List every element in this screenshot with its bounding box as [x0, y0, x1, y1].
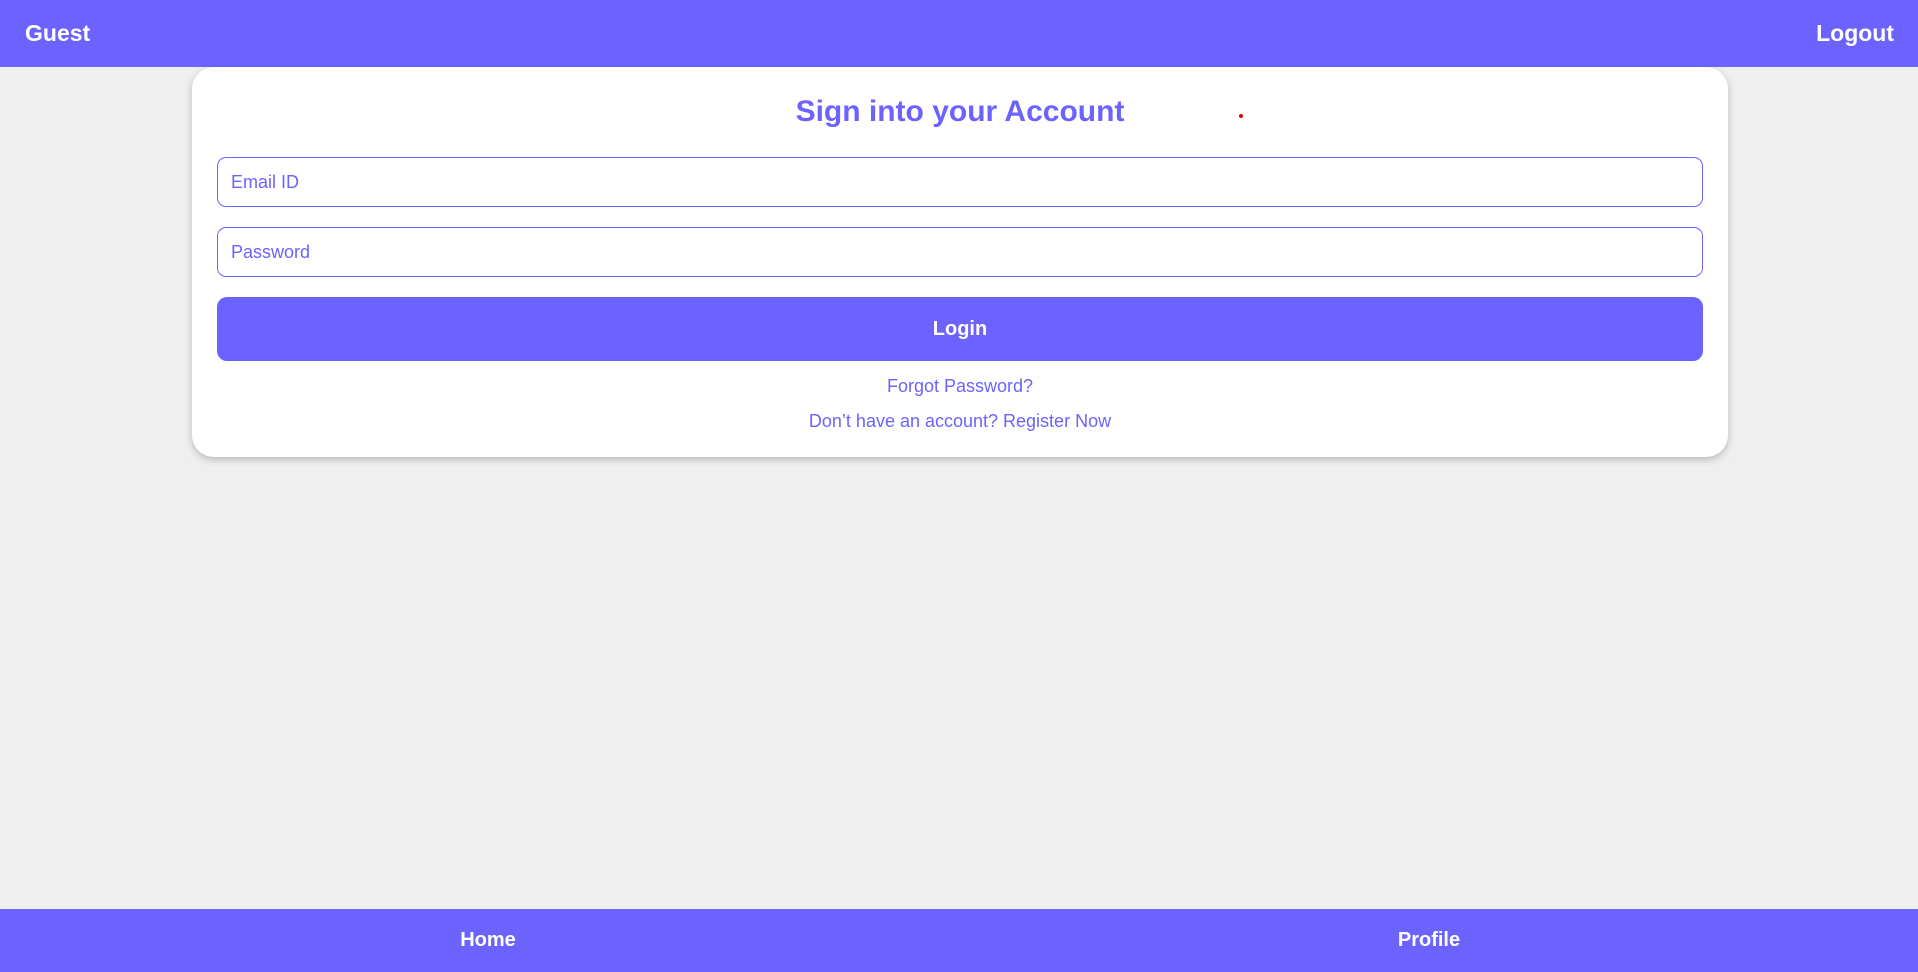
top-header: Guest Logout: [0, 0, 1918, 67]
email-field[interactable]: [217, 157, 1703, 207]
login-card: Sign into your Account Login Forgot Pass…: [192, 67, 1728, 457]
bottom-nav: Home Profile: [0, 909, 1918, 972]
register-link[interactable]: Don’t have an account? Register Now: [192, 411, 1728, 432]
nav-profile[interactable]: Profile: [1329, 909, 1529, 972]
nav-home[interactable]: Home: [388, 909, 588, 972]
login-button[interactable]: Login: [217, 297, 1703, 361]
page-title: Sign into your Account: [795, 95, 1125, 128]
user-label: Guest: [25, 20, 91, 46]
password-field[interactable]: [217, 227, 1703, 277]
forgot-password-link[interactable]: Forgot Password?: [192, 376, 1728, 397]
logout-button[interactable]: Logout: [1816, 0, 1894, 67]
cursor-marker: [1239, 114, 1243, 118]
